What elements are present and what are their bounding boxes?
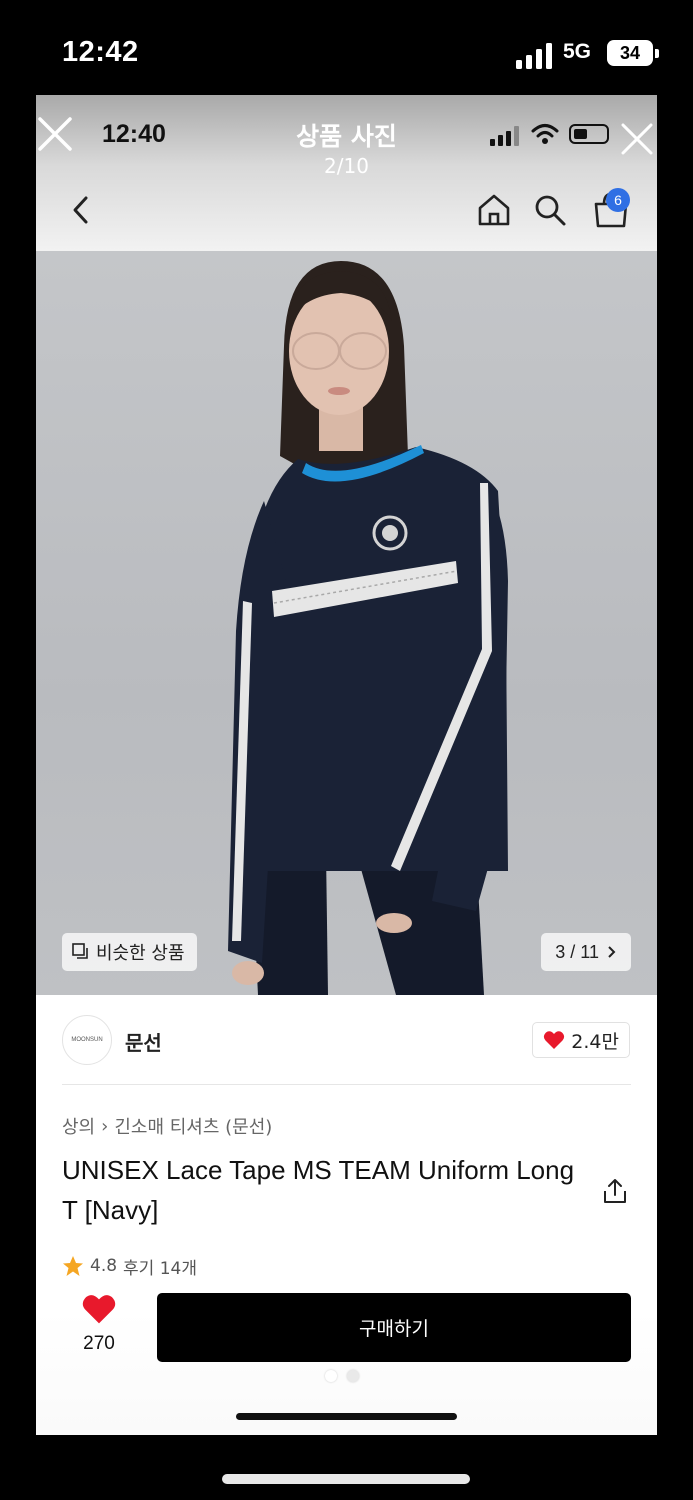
copy-stack-icon bbox=[72, 943, 88, 959]
page-dot bbox=[347, 1370, 359, 1382]
bottom-purchase-bar: 270 구매하기 bbox=[36, 1279, 657, 1435]
battery-icon: 34 bbox=[607, 40, 653, 66]
inner-signal-icon bbox=[490, 126, 519, 146]
viewer-title: 상품 사진 bbox=[296, 122, 397, 151]
cart-count-badge: 6 bbox=[606, 188, 630, 212]
battery-tip bbox=[655, 49, 659, 58]
network-type: 5G bbox=[563, 40, 592, 63]
inner-home-indicator bbox=[236, 1413, 457, 1420]
photo-page-counter[interactable]: 3 / 11 bbox=[541, 933, 631, 971]
brand-name[interactable]: 문선 bbox=[125, 1027, 162, 1056]
wishlist-count: 270 bbox=[83, 1333, 115, 1354]
search-icon[interactable] bbox=[533, 193, 567, 227]
page-dot-active bbox=[325, 1370, 337, 1382]
outer-clock: 12:42 bbox=[62, 36, 139, 68]
similar-products-label: 비슷한 상품 bbox=[96, 943, 185, 964]
viewer-header: 12:40 상품 사진 2/10 6 bbox=[36, 95, 657, 251]
share-icon[interactable] bbox=[602, 1177, 628, 1205]
heart-icon bbox=[544, 1031, 565, 1049]
brand-like-button[interactable]: 2.4만 bbox=[532, 1022, 630, 1058]
breadcrumb: 상의 › 긴소매 티셔츠 (문선) bbox=[62, 1113, 272, 1139]
star-icon bbox=[63, 1256, 83, 1276]
chevron-right-icon bbox=[608, 946, 616, 958]
photo-counter-text: 3 / 11 bbox=[555, 941, 599, 962]
breadcrumb-separator-icon: › bbox=[101, 1115, 109, 1137]
product-title: UNISEX Lace Tape MS TEAM Uniform Long T … bbox=[62, 1155, 575, 1225]
viewer-photo-counter: 2/10 bbox=[324, 154, 369, 178]
page-dots bbox=[325, 1370, 359, 1382]
divider bbox=[62, 1084, 631, 1085]
breadcrumb-subcategory[interactable]: 긴소매 티셔츠 (문선) bbox=[114, 1113, 272, 1139]
similar-products-button[interactable]: 비슷한 상품 bbox=[62, 933, 197, 971]
breadcrumb-category[interactable]: 상의 bbox=[62, 1113, 95, 1139]
rating-value: 4.8 bbox=[90, 1256, 118, 1276]
inner-battery-icon bbox=[569, 124, 609, 144]
heart-filled-icon bbox=[82, 1295, 116, 1324]
brand-row: MOONSUN 문선 2.4만 bbox=[36, 995, 657, 1085]
home-icon[interactable] bbox=[476, 193, 512, 227]
cellular-signal-icon bbox=[516, 43, 552, 69]
brand-logo-text: MOONSUN bbox=[71, 1037, 103, 1043]
buy-button[interactable]: 구매하기 bbox=[157, 1293, 631, 1362]
inner-screenshot: 12:40 상품 사진 2/10 6 비슷한 상품 3 / 11 MOONSUN… bbox=[36, 95, 657, 1435]
brand-like-count: 2.4만 bbox=[571, 1030, 619, 1053]
outer-status-bar: 12:42 5G 34 bbox=[0, 0, 693, 95]
wifi-icon bbox=[531, 124, 559, 144]
product-photo[interactable]: 비슷한 상품 3 / 11 bbox=[36, 251, 657, 995]
brand-logo[interactable]: MOONSUN bbox=[62, 1015, 112, 1065]
review-count: 후기 14개 bbox=[123, 1258, 198, 1279]
close-viewer-right-icon[interactable] bbox=[619, 121, 657, 161]
outer-home-indicator[interactable] bbox=[222, 1474, 470, 1484]
back-arrow-icon[interactable] bbox=[66, 193, 96, 227]
wishlist-button[interactable]: 270 bbox=[66, 1293, 132, 1363]
model-illustration bbox=[228, 261, 508, 995]
rating-row[interactable]: 4.8 후기 14개 bbox=[62, 1253, 197, 1279]
